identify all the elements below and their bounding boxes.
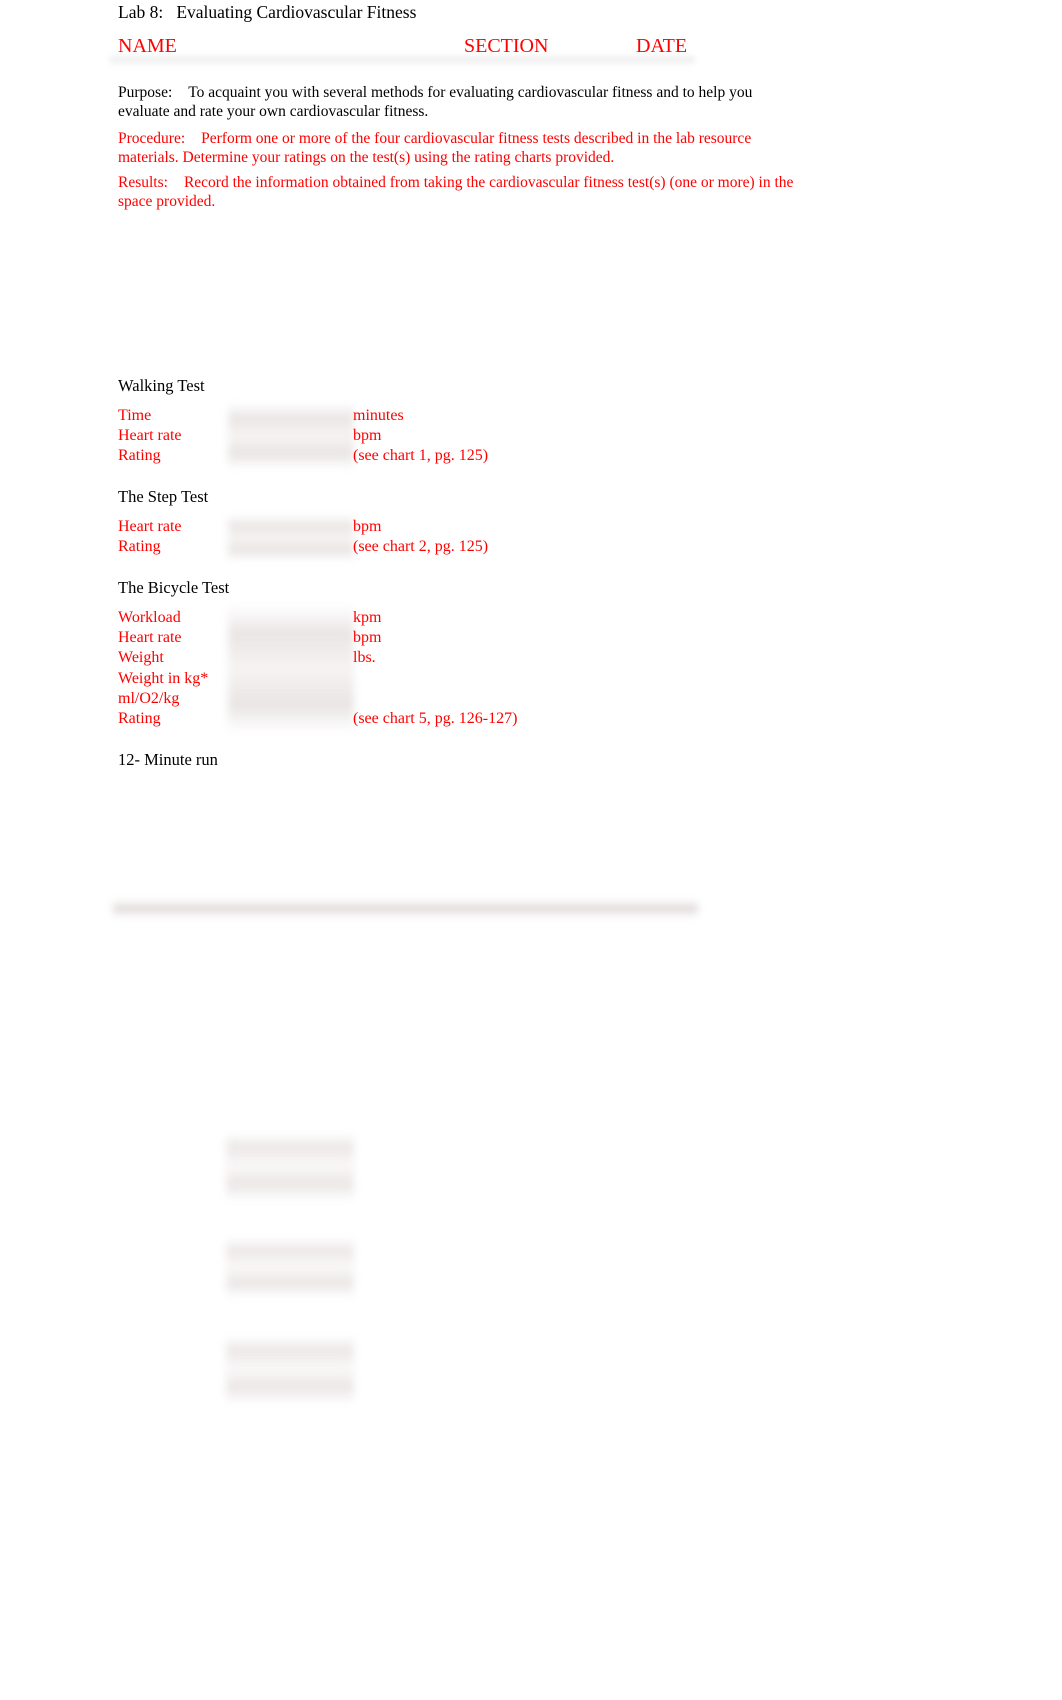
answer-box-1[interactable] (226, 1133, 354, 1201)
purpose-label: Purpose: (118, 84, 173, 101)
row-label: Heart rate (118, 427, 182, 445)
date-field-label: DATE (636, 35, 688, 57)
row-label: Workload (118, 609, 181, 626)
procedure-label: Procedure: (118, 130, 186, 147)
row-unit: (see chart 1, pg. 125) (353, 447, 489, 465)
row-unit: (see chart 2, pg. 125) (353, 538, 489, 556)
walking-test-blank-field[interactable] (228, 403, 354, 469)
section-field-label: SECTION (464, 35, 549, 57)
procedure-text: Perform one or more of the four cardiova… (118, 130, 752, 166)
row-label: Heart rate (118, 629, 182, 647)
document-page: Lab 8: Evaluating Cardiovascular Fitness… (0, 0, 1062, 1700)
identity-header-row: NAME SECTION DATE (118, 33, 718, 59)
row-unit: minutes (353, 407, 404, 424)
purpose-text: To acquaint you with several methods for… (118, 84, 753, 120)
section-title-twelve-minute-run: 12- Minute run (118, 750, 218, 769)
page-smudge-rule (113, 900, 698, 917)
row-unit: bpm (353, 629, 382, 647)
row-label: Rating (118, 709, 161, 727)
answer-box-2[interactable] (226, 1238, 354, 1298)
row-unit: kpm (353, 609, 382, 626)
name-field-label: NAME (118, 35, 177, 57)
section-title-bicycle-test: The Bicycle Test (118, 578, 230, 597)
row-label: Time (118, 407, 152, 424)
section-title-step-test: The Step Test (118, 487, 209, 506)
row-label: Heart rate (118, 518, 182, 535)
row-label: Rating (118, 538, 161, 556)
row-label: Weight (118, 649, 164, 667)
step-test-blank-field[interactable] (228, 515, 354, 561)
row-label: ml/O2/kg (118, 689, 180, 707)
row-unit: bpm (353, 427, 382, 445)
procedure-paragraph: Procedure: Perform one or more of the fou… (118, 130, 798, 167)
row-label: Weight in kg* (118, 669, 209, 687)
section-title-walking-test: Walking Test (118, 376, 205, 395)
row-unit: (see chart 5, pg. 126-127) (353, 709, 518, 727)
row-unit: bpm (353, 518, 382, 535)
results-label: Results: (118, 174, 168, 191)
row-label: Rating (118, 447, 161, 465)
answer-box-3[interactable] (226, 1336, 354, 1404)
results-paragraph: Results: Record the information obtained … (118, 174, 798, 211)
bicycle-test-blank-field[interactable] (228, 605, 354, 733)
purpose-paragraph: Purpose: To acquaint you with several met… (118, 84, 798, 121)
row-unit: lbs. (353, 649, 376, 667)
results-text: Record the information obtained from tak… (118, 174, 794, 210)
page-title: Lab 8: Evaluating Cardiovascular Fitness (118, 2, 417, 22)
